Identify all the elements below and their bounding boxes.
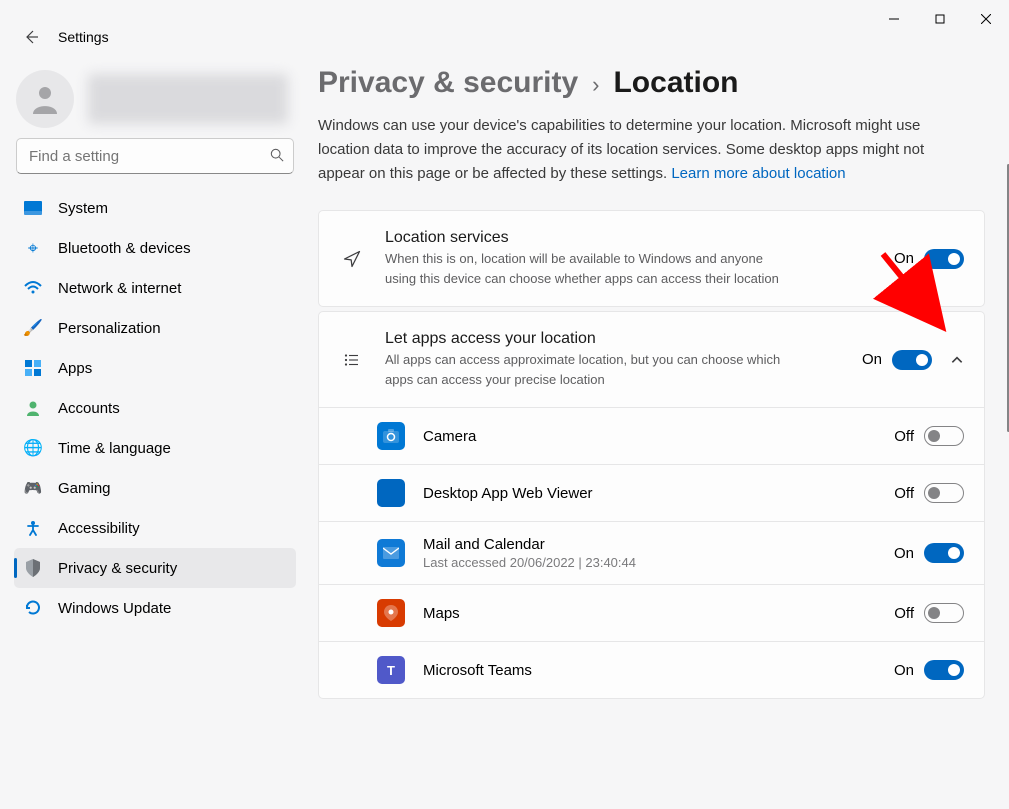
nav-item-label: System: [58, 200, 108, 217]
search-icon: [270, 148, 284, 162]
nav-item-label: Network & internet: [58, 280, 181, 297]
globe-icon: 🌐: [24, 439, 42, 457]
back-button[interactable]: [22, 28, 40, 46]
nav-item-label: Apps: [58, 360, 92, 377]
sidebar: System ⌖ Bluetooth & devices Network & inte…: [0, 46, 310, 699]
card-apps-header[interactable]: Let apps access your location All apps c…: [319, 312, 984, 407]
app-last-accessed: Last accessed 20/06/2022 | 23:40:44: [423, 555, 876, 570]
app-icon: [377, 479, 405, 507]
breadcrumb-leaf: Location: [613, 66, 738, 100]
chevron-right-icon: ›: [592, 72, 599, 98]
nav-item-windows-update[interactable]: Windows Update: [14, 588, 296, 628]
app-icon: [377, 422, 405, 450]
app-row-maps: Maps Off: [319, 584, 984, 641]
app-toggle[interactable]: [924, 426, 964, 446]
nav-item-gaming[interactable]: 🎮 Gaming: [14, 468, 296, 508]
app-row-desktop-app-web-viewer: Desktop App Web Viewer Off: [319, 464, 984, 521]
location-arrow-icon: [341, 248, 363, 270]
wifi-icon: [24, 279, 42, 297]
system-icon: [24, 199, 42, 217]
app-name: Camera: [423, 428, 876, 445]
card-subtitle: When this is on, location will be availa…: [385, 249, 795, 288]
brush-icon: 🖌️: [24, 319, 42, 337]
nav-item-personalization[interactable]: 🖌️ Personalization: [14, 308, 296, 348]
app-icon: [377, 539, 405, 567]
nav-item-label: Accessibility: [58, 520, 140, 537]
app-toggle[interactable]: [924, 603, 964, 623]
nav-item-label: Accounts: [58, 400, 120, 417]
sync-icon: [24, 599, 42, 617]
app-row-mail-and-calendar: Mail and Calendar Last accessed 20/06/20…: [319, 521, 984, 584]
gamepad-icon: 🎮: [24, 479, 42, 497]
app-icon: T: [377, 656, 405, 684]
bluetooth-icon: ⌖: [24, 239, 42, 257]
toggle-state-label: On: [862, 351, 882, 368]
nav-item-label: Bluetooth & devices: [58, 240, 191, 257]
app-icon: [377, 599, 405, 627]
nav-list: System ⌖ Bluetooth & devices Network & inte…: [14, 188, 296, 628]
user-info-redacted: [88, 74, 288, 124]
toggle-state-label: Off: [894, 485, 914, 502]
card-title: Let apps access your location: [385, 330, 840, 348]
app-toggle[interactable]: [924, 543, 964, 563]
toggle-state-label: Off: [894, 428, 914, 445]
apps-access-toggle[interactable]: [892, 350, 932, 370]
breadcrumb: Privacy & security › Location: [318, 66, 985, 100]
breadcrumb-parent[interactable]: Privacy & security: [318, 66, 578, 100]
app-name: Mail and Calendar: [423, 536, 876, 553]
nav-item-accounts[interactable]: Accounts: [14, 388, 296, 428]
user-block[interactable]: [16, 70, 296, 128]
card-apps-access-location: Let apps access your location All apps c…: [318, 311, 985, 699]
minimize-button[interactable]: [871, 3, 917, 35]
nav-item-bluetooth-devices[interactable]: ⌖ Bluetooth & devices: [14, 228, 296, 268]
nav-item-system[interactable]: System: [14, 188, 296, 228]
apps-icon: [24, 359, 42, 377]
shield-icon: [24, 559, 42, 577]
toggle-state-label: Off: [894, 605, 914, 622]
avatar: [16, 70, 74, 128]
nav-item-label: Privacy & security: [58, 560, 177, 577]
toggle-state-label: On: [894, 250, 914, 267]
nav-item-privacy-security[interactable]: Privacy & security: [14, 548, 296, 588]
learn-more-link[interactable]: Learn more about location: [671, 165, 845, 182]
location-services-toggle[interactable]: [924, 249, 964, 269]
list-icon: [341, 349, 363, 371]
app-name: Desktop App Web Viewer: [423, 485, 876, 502]
app-toggle[interactable]: [924, 660, 964, 680]
nav-item-label: Time & language: [58, 440, 171, 457]
app-row-camera: Camera Off: [319, 407, 984, 464]
nav-item-time-language[interactable]: 🌐 Time & language: [14, 428, 296, 468]
nav-item-network-internet[interactable]: Network & internet: [14, 268, 296, 308]
app-title: Settings: [58, 29, 109, 45]
app-name: Microsoft Teams: [423, 662, 876, 679]
app-name: Maps: [423, 605, 876, 622]
nav-item-label: Gaming: [58, 480, 111, 497]
nav-item-accessibility[interactable]: Accessibility: [14, 508, 296, 548]
card-subtitle: All apps can access approximate location…: [385, 350, 795, 389]
maximize-button[interactable]: [917, 3, 963, 35]
nav-item-label: Windows Update: [58, 600, 171, 617]
nav-item-label: Personalization: [58, 320, 161, 337]
content-pane: Privacy & security › Location Windows ca…: [310, 46, 1009, 699]
toggle-state-label: On: [894, 545, 914, 562]
toggle-state-label: On: [894, 662, 914, 679]
accessibility-icon: [24, 519, 42, 537]
nav-item-apps[interactable]: Apps: [14, 348, 296, 388]
chevron-up-icon[interactable]: [950, 353, 964, 367]
person-icon: [24, 399, 42, 417]
page-description: Windows can use your device's capabiliti…: [318, 114, 958, 186]
card-title: Location services: [385, 229, 872, 247]
card-location-services[interactable]: Location services When this is on, locat…: [318, 210, 985, 307]
search-input[interactable]: [16, 138, 294, 174]
app-row-microsoft-teams: T Microsoft Teams On: [319, 641, 984, 698]
app-toggle[interactable]: [924, 483, 964, 503]
close-button[interactable]: [963, 3, 1009, 35]
